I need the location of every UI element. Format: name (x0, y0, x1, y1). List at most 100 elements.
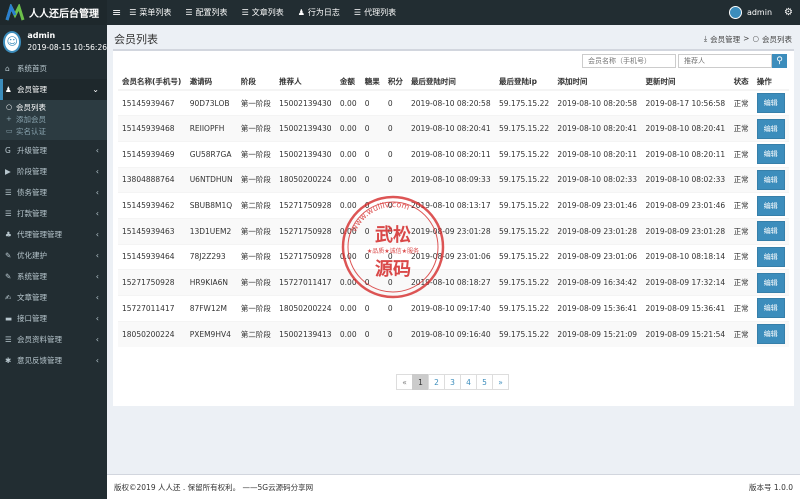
footer: 版权©2019 人人还 . 保留所有权利。 ——5G云源码分享网 版本号 1.0… (107, 474, 800, 499)
list-icon: ☰ (129, 8, 137, 17)
table-cell: 2019-08-10 08:02:33 (553, 166, 642, 193)
edit-button[interactable]: 编辑 (756, 195, 785, 216)
sidebar-item-article[interactable]: ✍ 文章管理 ‹ (0, 287, 107, 308)
table-cell: 59.175.15.22 (495, 192, 554, 219)
table-cell: 正常 (729, 140, 753, 168)
pagination-prev[interactable]: « (396, 374, 413, 390)
sidebar-item-home[interactable]: ⌂ 系统首页 (0, 58, 107, 79)
action-cell: 编辑 (752, 269, 789, 296)
table-header-row: 会员名称(手机号) 邀请码 阶段 推荐人 金额 糖果 积分 最后登陆时间 最后登陆ip 添加时间更… (118, 74, 789, 91)
table-cell: 2019-08-10 08:20:11 (406, 140, 496, 168)
gears-icon[interactable]: ⚙ (784, 7, 793, 18)
edit-button[interactable]: 编辑 (756, 324, 785, 345)
action-cell: 编辑 (752, 217, 789, 245)
table-cell: 15145939468 (118, 115, 186, 142)
column-header: 糖果 (360, 74, 384, 91)
chevron-left-icon: ‹ (95, 167, 99, 176)
home-icon: ⌂ (5, 64, 10, 73)
table-cell: 2019-08-10 08:20:11 (553, 140, 642, 168)
edit-button[interactable]: 编辑 (756, 298, 785, 319)
table-cell: 15727011417 (118, 295, 186, 322)
sidebar-toggle-icon[interactable]: ≡ (112, 6, 121, 19)
chevron-down-icon: ⌄ (92, 85, 99, 94)
sidebar-item-agent[interactable]: ♣ 代理管理管理 ‹ (0, 224, 107, 245)
edit-button[interactable]: 编辑 (756, 246, 785, 267)
sidebar-item-payment[interactable]: ☰ 打款管理 ‹ (0, 203, 107, 224)
sidebar-item-optimize[interactable]: ✎ 优化建护 ‹ (0, 245, 107, 266)
pagination-page[interactable]: 2 (428, 374, 445, 390)
pagination-page[interactable]: 4 (460, 374, 477, 390)
sidebar-item-feedback[interactable]: ✱ 意见反馈管理 ‹ (0, 350, 107, 371)
login-time: 2019-08-15 10:56:26 (27, 43, 107, 52)
username[interactable]: admin (747, 8, 772, 17)
pagination-page[interactable]: 5 (476, 374, 493, 390)
list-icon: ☰ (185, 8, 193, 17)
avatar[interactable] (728, 6, 742, 19)
sidebar-item-debt[interactable]: ☰ 债务管理 ‹ (0, 182, 107, 203)
referrer-search-input[interactable] (678, 54, 772, 68)
edit-button[interactable]: 编辑 (756, 221, 785, 242)
pagination-next[interactable]: » (492, 374, 509, 390)
edit-button[interactable]: 编辑 (756, 93, 785, 114)
table-cell: 15271750928 (275, 217, 336, 245)
sidebar-subitem-add-member[interactable]: + 添加会员 (0, 113, 107, 125)
table-cell: 2019-08-10 08:09:33 (406, 166, 496, 193)
topnav-item-config-list[interactable]: ☰ 配置列表 (185, 7, 227, 18)
action-cell: 编辑 (752, 115, 789, 142)
sidebar-item-member-manage[interactable]: ♟ 会员管理 ⌄ (0, 79, 107, 100)
edit-button[interactable]: 编辑 (756, 169, 785, 190)
sidebar-subitem-verify[interactable]: ▭ 实名认证 (0, 125, 107, 137)
sidebar-item-system[interactable]: ✎ 系统管理 ‹ (0, 266, 107, 287)
topnav-item-menu-list[interactable]: ☰ 菜单列表 (129, 7, 171, 18)
table-cell: 第一阶段 (236, 140, 276, 168)
column-header: 邀请码 (185, 74, 237, 91)
list-icon: ☰ (5, 209, 12, 218)
table-cell: 2019-08-10 09:16:40 (406, 320, 496, 347)
table-cell: 2019-08-09 15:36:41 (553, 295, 642, 322)
table-cell: 15145939469 (118, 140, 186, 168)
table-row: 15271750928 HR9KIA6N 第一阶段 15727011417 0.00 0 0… (118, 269, 789, 296)
table-cell: 2019-08-09 23:01:06 (553, 243, 642, 270)
search-bar: ⚲ (582, 54, 787, 68)
page-title: 会员列表 (114, 33, 158, 46)
edit-button[interactable]: 编辑 (756, 144, 785, 165)
table-cell: PXEM9HV4 (185, 320, 237, 347)
table-row: 15145939462 SBUB8M1Q 第二阶段 15271750928 0.00 0 0… (118, 192, 789, 219)
topnav-item-agent-list[interactable]: ☰ 代理列表 (354, 7, 396, 18)
table-cell: 2019-08-09 23:01:46 (641, 192, 730, 219)
breadcrumb-item[interactable]: 会员管理 (710, 34, 740, 45)
sidebar-item-upgrade[interactable]: G 升级管理 ‹ (0, 140, 107, 161)
edit-button[interactable]: 编辑 (756, 118, 785, 139)
table-cell: 0 (383, 320, 407, 347)
app-logo[interactable]: 人人还后台管理 (0, 0, 107, 25)
table-cell: 59.175.15.22 (495, 140, 554, 168)
table-cell: 78J2Z293 (185, 243, 237, 270)
edit-button[interactable]: 编辑 (756, 272, 785, 293)
search-button[interactable]: ⚲ (772, 54, 787, 68)
member-name-search-input[interactable] (582, 54, 676, 68)
table-cell: GU58R7GA (185, 140, 237, 168)
table-cell: 正常 (729, 115, 753, 142)
table-cell: 13804888764 (118, 166, 186, 193)
pagination-page[interactable]: 1 (412, 374, 429, 390)
pagination-page[interactable]: 3 (444, 374, 461, 390)
table-cell: 15145939467 (118, 89, 186, 116)
table-cell: 2019-08-09 15:21:54 (641, 320, 730, 347)
sidebar-item-stage[interactable]: ▶ 阶段管理 ‹ (0, 161, 107, 182)
table-cell: 15145939464 (118, 243, 186, 270)
circle-icon: ○ (752, 34, 759, 43)
table-cell: 正常 (729, 269, 753, 296)
chevron-left-icon: ‹ (95, 293, 99, 302)
sidebar-item-api[interactable]: ▬ 接口管理 ‹ (0, 308, 107, 329)
list-icon: ☰ (353, 8, 362, 17)
chevron-left-icon: ‹ (95, 188, 99, 197)
sidebar-subitem-member-list[interactable]: ○ 会员列表 (0, 101, 107, 113)
topnav-item-behavior-log[interactable]: ♟ 行为日志 (298, 7, 340, 18)
table-cell: 15271750928 (275, 192, 336, 219)
asterisk-icon: ✱ (5, 356, 12, 365)
chevron-left-icon: ‹ (95, 356, 99, 365)
sidebar-item-member-profile[interactable]: ☰ 会员资料管理 ‹ (0, 329, 107, 350)
user-icon: ♟ (5, 85, 12, 94)
table-cell: 13D1UEM2 (185, 217, 237, 245)
topnav-item-article-list[interactable]: ☰ 文章列表 (242, 7, 284, 18)
